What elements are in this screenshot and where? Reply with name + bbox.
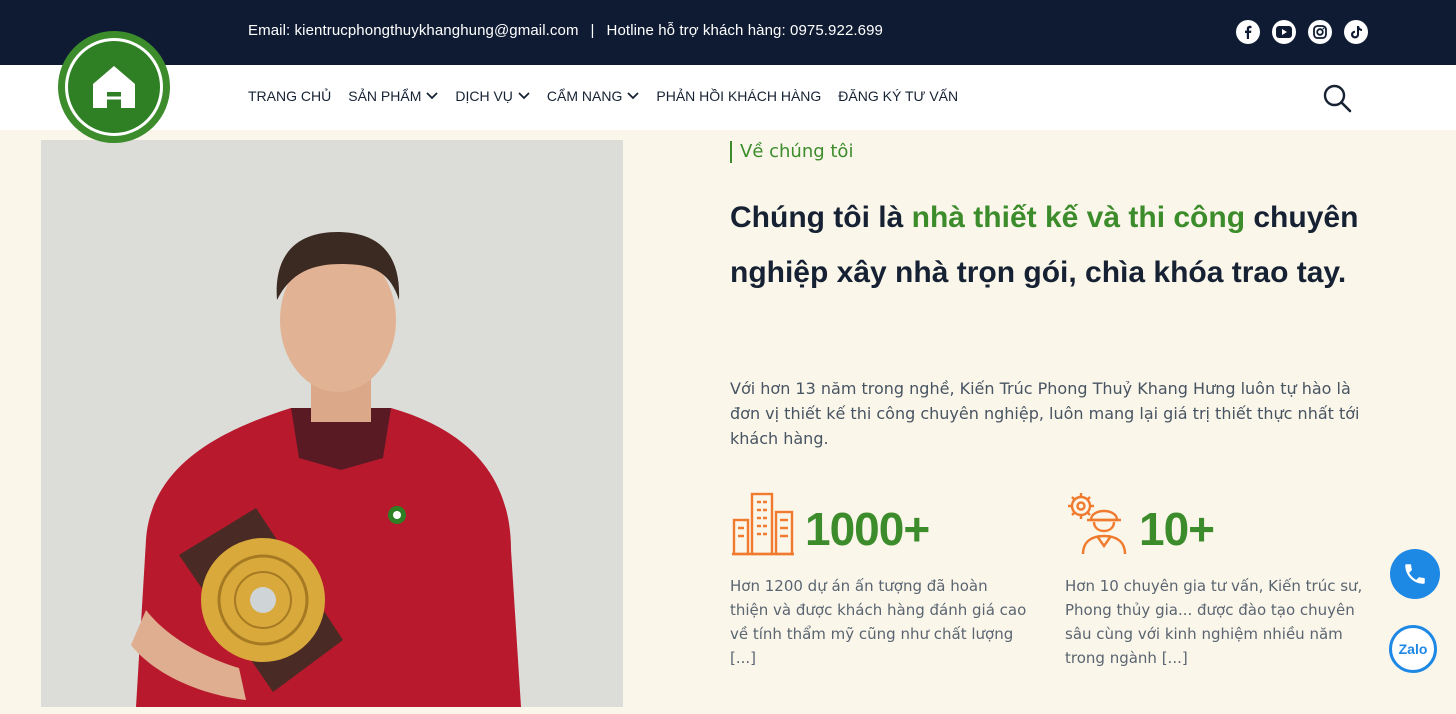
- nav-products-label: SẢN PHẨM: [348, 88, 422, 104]
- chevron-down-icon: [518, 92, 530, 100]
- nav-feedback-label: PHẢN HỒI KHÁCH HÀNG: [656, 88, 822, 104]
- email-link[interactable]: Email: kientrucphongthuykhanghung@gmail.…: [248, 22, 579, 39]
- about-heading: Chúng tôi là nhà thiết kế và thi công ch…: [730, 190, 1390, 300]
- stat-projects-desc[interactable]: Hơn 1200 dự án ấn tượng đã hoàn thiện và…: [730, 574, 1030, 670]
- stat-experts-desc[interactable]: Hơn 10 chuyên gia tư vấn, Kiến trúc sư, …: [1065, 574, 1380, 670]
- main-navbar: TRANG CHỦ SẢN PHẨM DỊCH VỤ CẨM NANG PHẢN…: [0, 65, 1456, 130]
- chevron-down-icon: [627, 92, 640, 100]
- heading-text-start: Chúng tôi là: [730, 201, 912, 234]
- nav-feedback[interactable]: PHẢN HỒI KHÁCH HÀNG: [656, 88, 821, 104]
- nav-register[interactable]: ĐĂNG KÝ TƯ VẤN: [838, 88, 958, 104]
- logo-house-icon: [68, 41, 160, 133]
- search-icon: [1323, 84, 1352, 113]
- nav-handbook[interactable]: CẨM NANG: [546, 88, 640, 104]
- about-intro: Với hơn 13 năm trong nghề, Kiến Trúc Pho…: [730, 379, 1360, 448]
- contact-separator: |: [590, 22, 595, 39]
- nav-register-label: ĐĂNG KÝ TƯ VẤN: [838, 88, 959, 104]
- call-button[interactable]: [1390, 549, 1440, 599]
- social-links: [1236, 20, 1368, 44]
- instagram-icon[interactable]: [1308, 20, 1332, 44]
- contact-info: Email: kientrucphongthuykhanghung@gmail.…: [248, 22, 883, 39]
- heading-highlight: nhà thiết kế và thi công: [911, 201, 1246, 234]
- top-contact-bar: Email: kientrucphongthuykhanghung@gmail.…: [0, 0, 1456, 65]
- buildings-icon: [730, 490, 796, 560]
- zalo-chat-button[interactable]: Zalo: [1389, 625, 1437, 673]
- nav-home[interactable]: TRANG CHỦ: [248, 88, 331, 104]
- section-tagline: Về chúng tôi: [730, 141, 853, 163]
- zalo-label: Zalo: [1398, 641, 1428, 657]
- youtube-icon[interactable]: [1272, 20, 1296, 44]
- main-menu: TRANG CHỦ SẢN PHẨM DỊCH VỤ CẨM NANG PHẢN…: [248, 88, 958, 104]
- hotline-link[interactable]: Hotline hỗ trợ khách hàng: 0975.922.699: [607, 22, 883, 39]
- nav-products[interactable]: SẢN PHẨM: [348, 88, 438, 104]
- stat-experts-number: 10+: [1139, 503, 1215, 555]
- founder-photo: [41, 140, 623, 707]
- nav-handbook-label: CẨM NANG: [546, 88, 623, 104]
- tiktok-icon[interactable]: [1344, 20, 1368, 44]
- chevron-down-icon: [426, 92, 438, 100]
- nav-home-label: TRANG CHỦ: [248, 88, 332, 104]
- search-button[interactable]: [1322, 83, 1352, 117]
- engineer-icon: [1065, 490, 1131, 560]
- nav-services[interactable]: DỊCH VỤ: [455, 88, 530, 104]
- facebook-icon[interactable]: [1236, 20, 1260, 44]
- site-logo[interactable]: [58, 31, 170, 143]
- phone-icon: [1405, 564, 1425, 584]
- nav-services-label: DỊCH VỤ: [455, 88, 513, 104]
- stat-projects-number: 1000+: [805, 503, 930, 555]
